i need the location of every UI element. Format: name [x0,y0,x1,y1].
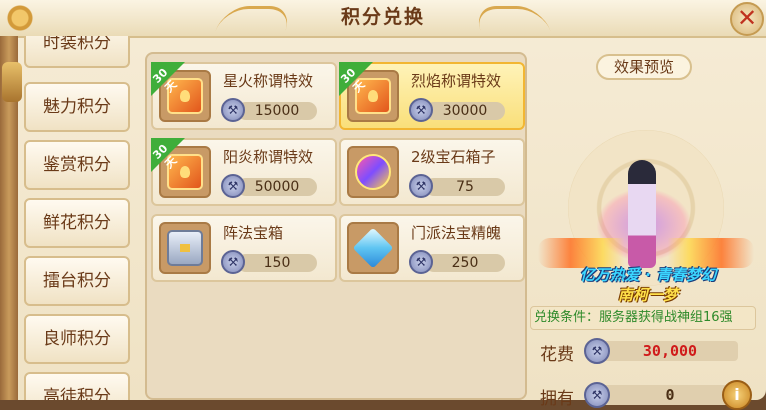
preview-panel: 效果预览 亿万热爱 · 青春梦幻 南柯一梦 兑换条件：服务器获得战神组16强 花… [528,52,766,410]
points-coin-icon: ⚒ [409,98,433,122]
item-name: 门派法宝精魄 [411,224,502,242]
preview-title: 效果预览 [596,54,692,80]
points-coin-icon: ⚒ [221,250,245,274]
item-icon-frame [159,222,211,274]
tab-appraisal-points[interactable]: 鉴赏积分 [24,140,130,190]
price-value: 75 [425,178,505,196]
item-price: 30000 ⚒ [409,98,521,124]
price-value: 150 [237,254,317,272]
knot-ornament [2,62,22,102]
item-name: 阵法宝箱 [223,224,284,242]
item-card-selected[interactable]: 30天 烈焰称谓特效 30000 ⚒ [338,62,525,130]
item-price: 15000 ⚒ [221,98,333,124]
item-name: 星火称谓特效 [223,72,314,90]
gem-box-icon [355,154,391,190]
cost-label: 花费 [540,345,574,365]
item-grid: 30天 星火称谓特效 15000 ⚒ 30天 烈焰称谓特效 30000 ⚒ 30… [145,52,527,400]
points-coin-icon: ⚒ [221,98,245,122]
crystal-icon [352,227,394,269]
info-button[interactable]: i [722,380,752,410]
tab-fashion-points[interactable]: 时装积分 [24,36,130,68]
corner-ornament [0,0,54,36]
price-value: 15000 [237,102,317,120]
tab-mentor-points[interactable]: 良师积分 [24,314,130,364]
item-card[interactable]: 阵法宝箱 150 ⚒ [151,214,337,282]
item-card[interactable]: 2级宝石箱子 75 ⚒ [339,138,525,206]
item-card[interactable]: 门派法宝精魄 250 ⚒ [339,214,525,282]
title-bar: 积分兑换 ✕ [0,0,766,38]
close-button[interactable]: ✕ [730,2,764,36]
item-name: 2级宝石箱子 [411,148,496,166]
treasure-chest-icon [167,230,203,266]
title-effect-subtext: 南柯一梦 [617,286,678,304]
price-value: 30000 [425,102,505,120]
item-card[interactable]: 30天 星火称谓特效 15000 ⚒ [150,62,337,130]
cost-value: 30,000 [602,341,738,361]
tab-arena-points[interactable]: 擂台积分 [24,256,130,306]
item-name: 烈焰称谓特效 [411,72,502,90]
points-coin-icon: ⚒ [584,382,610,408]
item-icon-frame [347,146,399,198]
window-title: 积分兑换 [340,6,425,28]
points-coin-icon: ⚒ [584,338,610,364]
item-icon-frame [347,222,399,274]
title-effect-text: 亿万热爱 · 青春梦幻 [579,266,717,284]
category-tabs: 时装积分 魅力积分 鉴赏积分 鲜花积分 擂台积分 良师积分 高徒积分 [24,36,136,400]
item-name: 阳炎称谓特效 [223,148,314,166]
exchange-condition: 兑换条件：服务器获得战神组16强 [530,306,756,330]
empty-grid-area [151,286,521,396]
own-value: 0 [602,385,738,405]
points-coin-icon: ⚒ [409,250,433,274]
tab-flower-points[interactable]: 鲜花积分 [24,198,130,248]
tab-apprentice-points[interactable]: 高徒积分 [24,372,130,400]
title-ornament-right [471,6,551,31]
own-label: 拥有 [540,389,574,409]
price-value: 50000 [237,178,317,196]
price-value: 250 [425,254,505,272]
exchange-window: 积分兑换 ✕ 时装积分 魅力积分 鉴赏积分 鲜花积分 擂台积分 良师积分 高徒积… [0,0,766,410]
cost-row: 花费 30,000 ⚒ [528,336,766,366]
own-row: 拥有 0 ⚒ i [528,380,766,410]
item-price: 150 ⚒ [221,250,333,276]
title-ornament-left [215,6,295,31]
item-price: 250 ⚒ [409,250,521,276]
points-coin-icon: ⚒ [409,174,433,198]
item-price: 75 ⚒ [409,174,521,200]
item-card[interactable]: 30天 阳炎称谓特效 50000 ⚒ [150,138,337,206]
item-price: 50000 ⚒ [221,174,333,200]
points-coin-icon: ⚒ [221,174,245,198]
tab-charm-points[interactable]: 魅力积分 [24,82,130,132]
